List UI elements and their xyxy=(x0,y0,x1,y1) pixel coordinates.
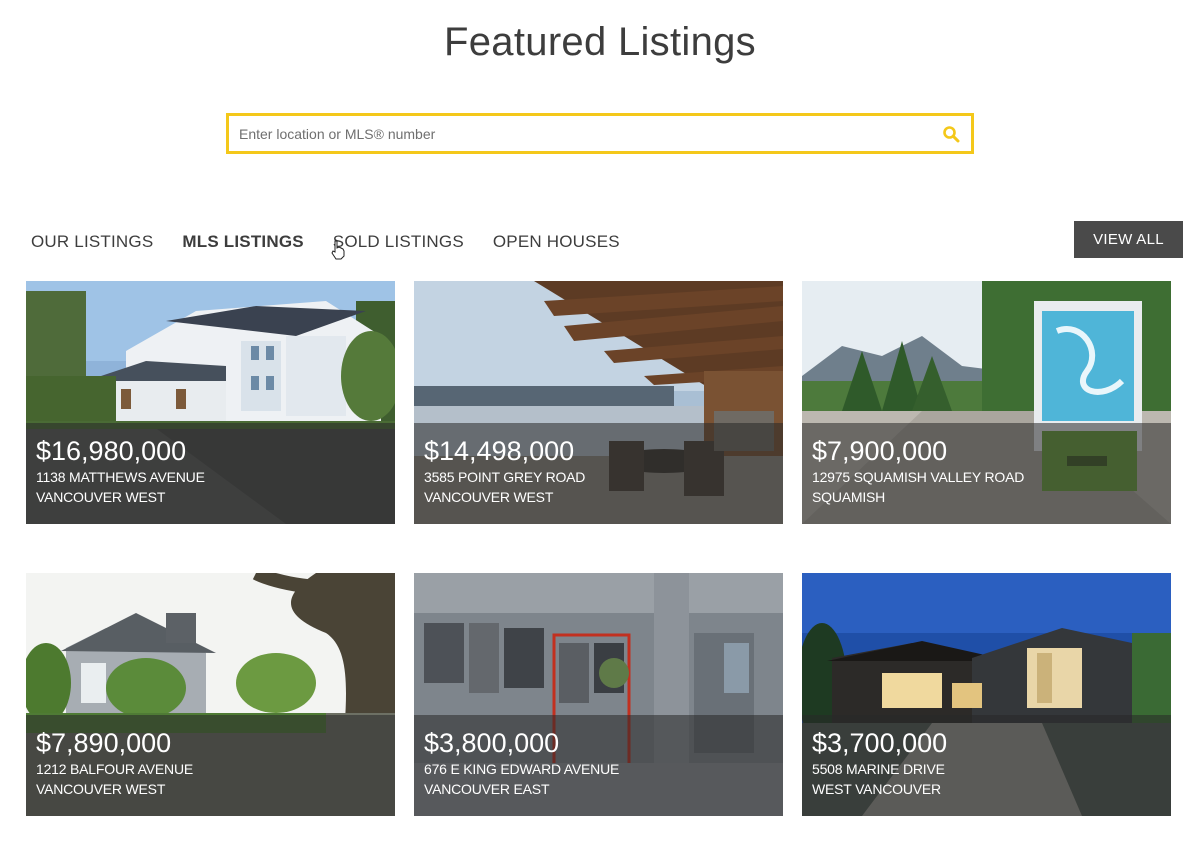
listing-card[interactable]: $7,890,000 1212 BALFOUR AVENUE VANCOUVER… xyxy=(26,573,395,816)
listing-address: 1212 BALFOUR AVENUE xyxy=(36,761,194,777)
listing-area: VANCOUVER WEST xyxy=(36,489,166,505)
listing-card[interactable]: $14,498,000 3585 POINT GREY ROAD VANCOUV… xyxy=(414,281,783,524)
listing-area: WEST VANCOUVER xyxy=(812,781,941,797)
listing-area: VANCOUVER WEST xyxy=(36,781,166,797)
listing-price: $7,900,000 xyxy=(812,436,948,466)
listing-area: VANCOUVER EAST xyxy=(424,781,550,797)
tab-sold-listings[interactable]: SOLD LISTINGS xyxy=(333,232,464,252)
listing-area: VANCOUVER WEST xyxy=(424,489,554,505)
search-bar xyxy=(226,113,974,154)
listing-address: 3585 POINT GREY ROAD xyxy=(424,469,586,485)
search-input[interactable] xyxy=(229,116,931,151)
listing-info: $7,900,000 12975 SQUAMISH VALLEY ROAD SQ… xyxy=(802,423,1171,524)
listing-info: $14,498,000 3585 POINT GREY ROAD VANCOUV… xyxy=(414,423,783,524)
search-button[interactable] xyxy=(931,116,971,151)
listing-price: $3,800,000 xyxy=(424,728,560,758)
listing-card[interactable]: $3,700,000 5508 MARINE DRIVE WEST VANCOU… xyxy=(802,573,1171,816)
tab-mls-listings[interactable]: MLS LISTINGS xyxy=(182,232,303,252)
listing-area: SQUAMISH xyxy=(812,489,886,505)
listing-card[interactable]: $3,800,000 676 E KING EDWARD AVENUE VANC… xyxy=(414,573,783,816)
tab-our-listings[interactable]: OUR LISTINGS xyxy=(31,232,153,252)
tab-open-houses[interactable]: OPEN HOUSES xyxy=(493,232,620,252)
listing-price: $16,980,000 xyxy=(36,436,187,466)
listing-price: $7,890,000 xyxy=(36,728,172,758)
hand-cursor-icon xyxy=(331,240,345,260)
listing-address: 5508 MARINE DRIVE xyxy=(812,761,945,777)
listing-price: $3,700,000 xyxy=(812,728,948,758)
search-icon xyxy=(943,125,960,142)
view-all-button[interactable]: VIEW ALL xyxy=(1074,221,1183,258)
listing-card[interactable]: $16,980,000 1138 MATTHEWS AVENUE VANCOUV… xyxy=(26,281,395,524)
listing-card[interactable]: $7,900,000 12975 SQUAMISH VALLEY ROAD SQ… xyxy=(802,281,1171,524)
listing-info: $3,700,000 5508 MARINE DRIVE WEST VANCOU… xyxy=(802,715,1171,816)
listing-price: $14,498,000 xyxy=(424,436,575,466)
listing-address: 676 E KING EDWARD AVENUE xyxy=(424,761,620,777)
listing-address: 1138 MATTHEWS AVENUE xyxy=(36,469,205,485)
listing-address: 12975 SQUAMISH VALLEY ROAD xyxy=(812,469,1025,485)
listing-info: $7,890,000 1212 BALFOUR AVENUE VANCOUVER… xyxy=(26,715,395,816)
listing-info: $16,980,000 1138 MATTHEWS AVENUE VANCOUV… xyxy=(26,423,395,524)
page-title: Featured Listings xyxy=(444,20,756,64)
listing-info: $3,800,000 676 E KING EDWARD AVENUE VANC… xyxy=(414,715,783,816)
